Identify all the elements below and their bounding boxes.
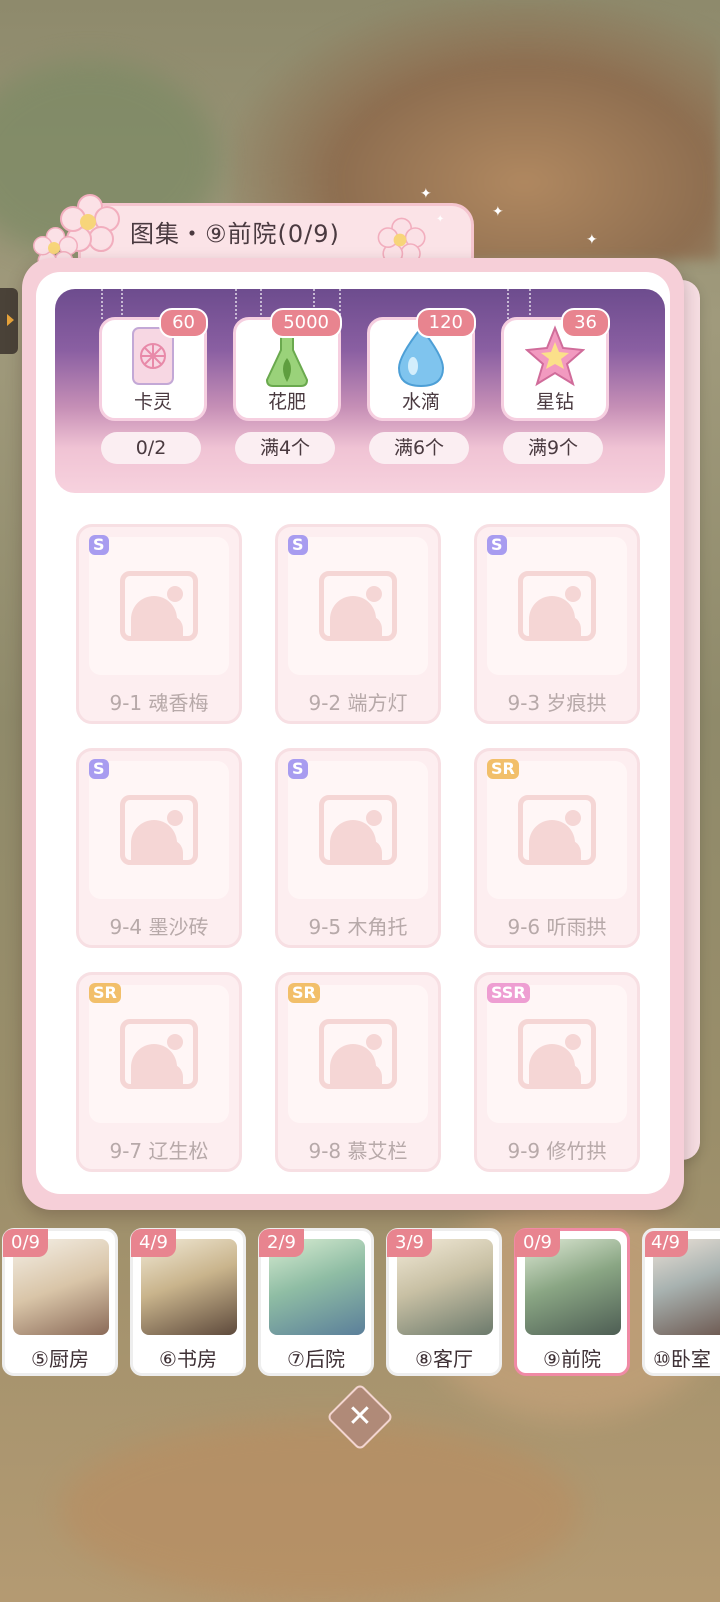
sparkle-icon: ✦ (436, 214, 445, 225)
reward-amount-badge: 60 (159, 308, 208, 338)
room-tab-study[interactable]: 4/9 ⑥书房 (130, 1228, 246, 1376)
reward-goal: 满9个 (503, 432, 603, 464)
reward-goal: 满4个 (235, 432, 335, 464)
slot-label: 9-1 魂香梅 (109, 691, 209, 715)
rarity-badge: SSR (487, 983, 530, 1003)
image-placeholder-icon (319, 795, 397, 865)
collection-slot[interactable]: S 9-3 岁痕拱 (474, 524, 640, 724)
reward-card[interactable]: 卡灵 60 (99, 308, 208, 421)
reward-bar: 卡灵 60 花肥 5000 水滴 120 星钻 36 0/2 满4个 满6个 满… (55, 289, 665, 493)
cherry-blossom-icon (377, 217, 426, 264)
room-tab-bedroom[interactable]: 4/9 ⑩卧室 (642, 1228, 720, 1376)
reward-card[interactable]: 水滴 120 (367, 308, 476, 421)
slot-label: 9-2 端方灯 (308, 691, 408, 715)
reward-amount-badge: 120 (415, 308, 476, 338)
room-progress-badge: 4/9 (131, 1229, 176, 1257)
reward-card[interactable]: 星钻 36 (501, 308, 610, 421)
sparkle-icon: ✦ (492, 204, 504, 220)
image-placeholder-icon (120, 1019, 198, 1089)
reward-label: 星钻 (535, 391, 574, 413)
room-progress-badge: 0/9 (515, 1229, 560, 1257)
room-label: ⑨前院 (543, 1347, 601, 1371)
room-progress-badge: 4/9 (645, 1231, 688, 1257)
rarity-badge: SR (487, 759, 519, 779)
room-tab-front-yard[interactable]: 0/9 ⑨前院 (514, 1228, 630, 1376)
reward-card[interactable]: 花肥 5000 (233, 308, 342, 421)
image-placeholder-icon (518, 571, 596, 641)
reward-label: 水滴 (401, 391, 440, 413)
image-placeholder-icon (319, 1019, 397, 1089)
collection-slot[interactable]: S 9-1 魂香梅 (76, 524, 242, 724)
image-placeholder-icon (518, 1019, 596, 1089)
room-label: ⑥书房 (159, 1347, 217, 1371)
collection-slot[interactable]: S 9-4 墨沙砖 (76, 748, 242, 948)
rarity-badge: SR (288, 983, 320, 1003)
collection-slot[interactable]: S 9-5 木角托 (275, 748, 441, 948)
sparkle-icon: ✦ (586, 232, 598, 248)
image-placeholder-icon (319, 571, 397, 641)
collection-slot[interactable]: SSR 9-9 修竹拱 (474, 972, 640, 1172)
slot-label: 9-3 岁痕拱 (507, 691, 607, 715)
room-progress-badge: 3/9 (387, 1229, 432, 1257)
room-label: ⑤厨房 (31, 1347, 89, 1371)
room-tab-kitchen[interactable]: 0/9 ⑤厨房 (2, 1228, 118, 1376)
room-tab-living-room[interactable]: 3/9 ⑧客厅 (386, 1228, 502, 1376)
reward-goal: 满6个 (369, 432, 469, 464)
collection-slot[interactable]: SR 9-7 辽生松 (76, 972, 242, 1172)
room-tab-backyard[interactable]: 2/9 ⑦后院 (258, 1228, 374, 1376)
reward-amount-badge: 5000 (270, 308, 342, 338)
collection-slot[interactable]: SR 9-8 慕艾栏 (275, 972, 441, 1172)
rarity-badge: S (89, 759, 109, 779)
room-label: ⑧客厅 (415, 1347, 473, 1371)
page-title: 图集・⑨前院(0/9) (130, 220, 340, 248)
rarity-badge: S (288, 535, 308, 555)
side-expand-tab[interactable] (0, 288, 18, 354)
image-placeholder-icon (518, 795, 596, 865)
slot-label: 9-5 木角托 (308, 915, 408, 939)
slot-label: 9-9 修竹拱 (507, 1139, 607, 1163)
slot-label: 9-7 辽生松 (109, 1139, 209, 1163)
rarity-badge: SR (89, 983, 121, 1003)
close-icon[interactable]: ✕ (336, 1393, 384, 1441)
room-label: ⑩卧室 (653, 1347, 711, 1371)
slot-label: 9-8 慕艾栏 (308, 1139, 408, 1163)
slot-label: 9-6 听雨拱 (507, 915, 607, 939)
room-label: ⑦后院 (287, 1347, 345, 1371)
collection-slot[interactable]: SR 9-6 听雨拱 (474, 748, 640, 948)
reward-label: 卡灵 (133, 391, 172, 413)
reward-goal: 0/2 (101, 432, 201, 464)
rarity-badge: S (288, 759, 308, 779)
slot-label: 9-4 墨沙砖 (109, 915, 209, 939)
sparkle-icon: ✦ (420, 186, 432, 202)
image-placeholder-icon (120, 571, 198, 641)
collection-slot[interactable]: S 9-2 端方灯 (275, 524, 441, 724)
reward-amount-badge: 36 (561, 308, 610, 338)
reward-label: 花肥 (267, 391, 306, 413)
room-progress-badge: 2/9 (259, 1229, 304, 1257)
rarity-badge: S (89, 535, 109, 555)
image-placeholder-icon (120, 795, 198, 865)
room-progress-badge: 0/9 (3, 1229, 48, 1257)
rarity-badge: S (487, 535, 507, 555)
